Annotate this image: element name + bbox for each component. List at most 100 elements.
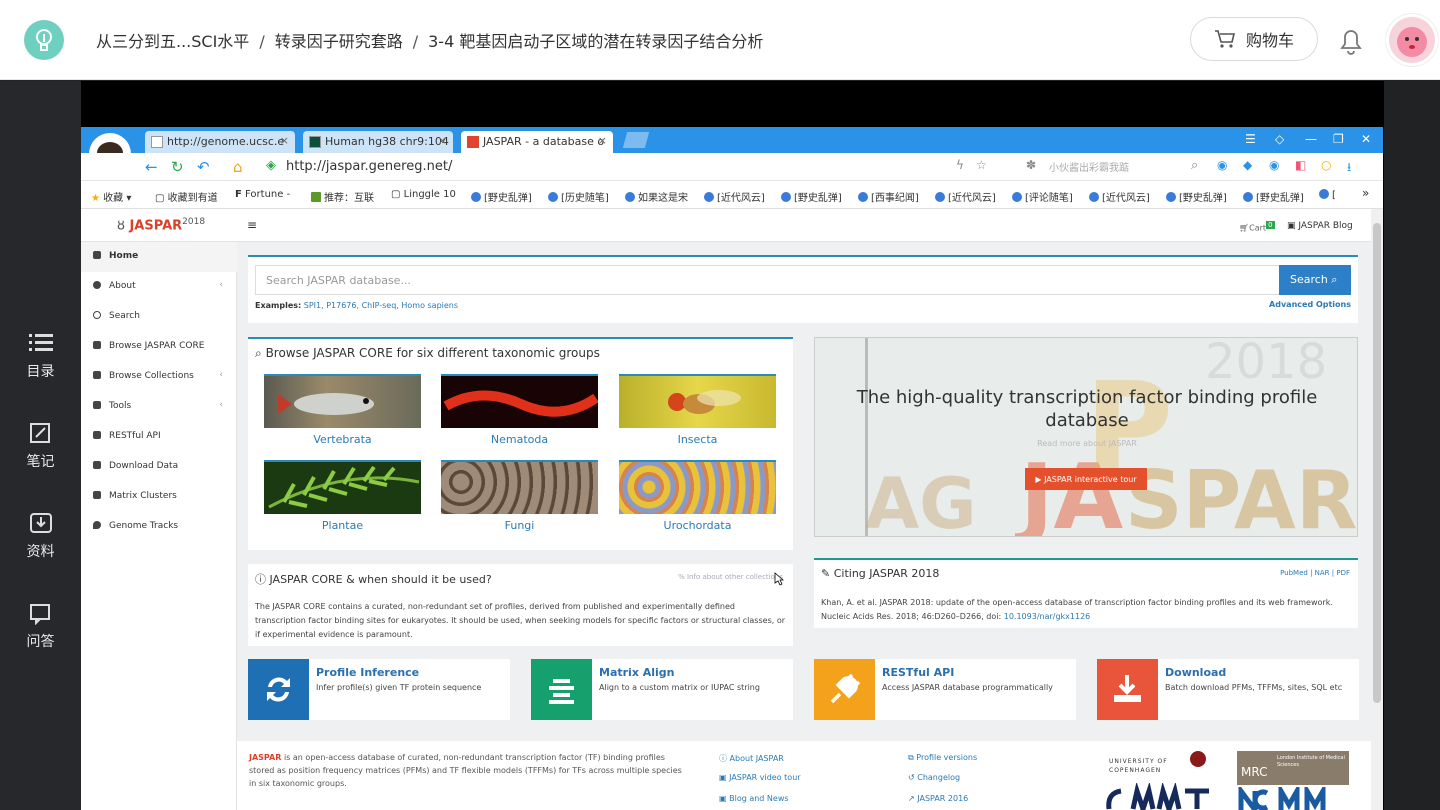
citation-links[interactable]: PubMed | NAR | PDF bbox=[1280, 569, 1350, 577]
more-bookmarks-icon[interactable]: » bbox=[1362, 186, 1369, 200]
maximize-icon[interactable]: ❐ bbox=[1333, 132, 1344, 146]
minimize-icon[interactable]: — bbox=[1305, 132, 1317, 146]
sidebar-item-restful-api[interactable]: RESTful API bbox=[81, 422, 237, 452]
bookmark-item[interactable]: [ bbox=[1319, 189, 1336, 201]
back-arrow-icon[interactable]: ← bbox=[145, 158, 158, 176]
sidebar-item-search[interactable]: Search bbox=[81, 302, 237, 332]
bookmark-item[interactable]: [评论随笔] bbox=[1012, 189, 1073, 204]
tab-hg38[interactable]: Human hg38 chr9:104 × bbox=[303, 131, 453, 153]
sidebar-item-browse-collections[interactable]: Browse Collections ‹ bbox=[81, 362, 237, 392]
plantae-link[interactable]: Plantae bbox=[264, 519, 421, 532]
close-window-icon[interactable]: ✕ bbox=[1361, 132, 1371, 146]
vertebrata-link[interactable]: Vertebrata bbox=[264, 433, 421, 446]
address-bar[interactable]: http://jaspar.genereg.net/ bbox=[286, 159, 452, 174]
download-card[interactable]: Download Batch download PFMs, TFFMs, sit… bbox=[1097, 659, 1359, 720]
home-icon[interactable]: ⌂ bbox=[233, 158, 243, 176]
footer-link-profile-versions[interactable]: ⧉ Profile versions bbox=[908, 753, 977, 763]
bookmark-item[interactable]: 推荐：互联 bbox=[311, 189, 374, 204]
bookmark-item[interactable]: [野史乱弹] bbox=[1166, 189, 1227, 204]
bookmark-item[interactable]: [西事纪闻] bbox=[858, 189, 919, 204]
bookmark-item[interactable]: [野史乱弹] bbox=[781, 189, 842, 204]
skin-icon[interactable]: ◇ bbox=[1275, 132, 1284, 146]
insecta-image[interactable] bbox=[619, 374, 776, 428]
nav-notes[interactable]: 笔记 bbox=[0, 421, 81, 471]
extension-icon[interactable]: ◉ bbox=[1269, 158, 1279, 172]
bookmark-item[interactable]: [近代风云] bbox=[704, 189, 765, 204]
star-icon[interactable]: ☆ bbox=[976, 158, 987, 172]
bookmark-item[interactable]: [近代风云] bbox=[1089, 189, 1150, 204]
restful-api-card[interactable]: RESTful API Access JASPAR database progr… bbox=[814, 659, 1076, 720]
close-icon[interactable]: × bbox=[280, 134, 289, 147]
urochordata-image[interactable] bbox=[619, 460, 776, 514]
cart-link[interactable]: 🛒︎Cart 0 bbox=[1239, 221, 1275, 233]
sidebar-item-genome-tracks[interactable]: Genome Tracks bbox=[81, 512, 237, 542]
lightning-icon[interactable]: ϟ bbox=[956, 158, 964, 172]
bookmark-item[interactable]: ▢ 收藏到有道 bbox=[155, 189, 218, 204]
search-icon[interactable]: ⌕ bbox=[1191, 158, 1198, 173]
bookmark-item[interactable]: [近代风云] bbox=[935, 189, 996, 204]
nematoda-link[interactable]: Nematoda bbox=[441, 433, 598, 446]
bookmark-item[interactable]: F Fortune - bbox=[235, 189, 290, 200]
sidebar-item-home[interactable]: Home bbox=[81, 242, 237, 272]
extension-icon[interactable]: ◆ bbox=[1243, 158, 1252, 172]
menu-icon[interactable]: ☰ bbox=[1245, 132, 1256, 146]
cart-button[interactable]: 购物车 bbox=[1190, 17, 1318, 61]
browser-search-input[interactable]: 小伙酱出彩霸我踮 bbox=[1049, 159, 1129, 174]
user-avatar[interactable] bbox=[1386, 14, 1438, 66]
footer-link-blog[interactable]: ▣ Blog and News bbox=[719, 794, 789, 803]
sidebar-item-about[interactable]: About ‹ bbox=[81, 272, 237, 302]
search-button[interactable]: Search ⌕ bbox=[1279, 265, 1351, 295]
matrix-align-card[interactable]: Matrix Align Align to a custom matrix or… bbox=[531, 659, 793, 720]
jaspar-search-input[interactable]: Search JASPAR database... bbox=[255, 265, 1280, 295]
footer-link-about[interactable]: ⓘ About JASPAR bbox=[719, 753, 784, 764]
bookmark-item[interactable]: [野史乱弹] bbox=[471, 189, 532, 204]
example-links[interactable]: SPI1, P17676, ChIP-seq, Homo sapiens bbox=[304, 301, 458, 310]
tab-jaspar[interactable]: JASPAR - a database o × bbox=[461, 131, 613, 153]
insecta-link[interactable]: Insecta bbox=[619, 433, 776, 446]
scrollbar-thumb[interactable] bbox=[1373, 223, 1381, 703]
new-tab-button[interactable] bbox=[622, 132, 650, 148]
blog-link[interactable]: ▣ JASPAR Blog bbox=[1287, 221, 1353, 231]
sidebar-item-download-data[interactable]: Download Data bbox=[81, 452, 237, 482]
nav-qa[interactable]: 问答 bbox=[0, 601, 81, 651]
other-collections-link[interactable]: % Info about other collections bbox=[678, 573, 783, 581]
sidebar-item-browse-core[interactable]: Browse JASPAR CORE bbox=[81, 332, 237, 362]
doi-link[interactable]: 10.1093/nar/gkx1126 bbox=[1004, 612, 1091, 621]
undo-icon[interactable]: ↶ bbox=[197, 158, 210, 176]
nav-catalog[interactable]: 目录 bbox=[0, 331, 81, 381]
close-icon[interactable]: × bbox=[598, 134, 607, 147]
sidebar-item-tools[interactable]: Tools ‹ bbox=[81, 392, 237, 422]
extension-icon[interactable]: ○ bbox=[1321, 158, 1331, 172]
nematoda-image[interactable] bbox=[441, 374, 599, 428]
advanced-options-link[interactable]: Advanced Options bbox=[1269, 300, 1351, 309]
vertebrata-image[interactable] bbox=[264, 374, 421, 428]
interactive-tour-button[interactable]: ▶ JASPAR interactive tour bbox=[1025, 468, 1147, 490]
extension-icon[interactable]: ◉ bbox=[1217, 158, 1227, 172]
read-more-link[interactable]: Read more about JASPAR bbox=[815, 439, 1357, 448]
bookmark-item[interactable]: 如果这是宋 bbox=[625, 189, 688, 204]
jaspar-logo[interactable]: ȣ JASPAR2018 bbox=[117, 217, 205, 233]
lightbulb-logo-icon[interactable] bbox=[24, 20, 64, 60]
bell-icon[interactable] bbox=[1336, 24, 1366, 56]
nav-materials[interactable]: 资料 bbox=[0, 511, 81, 561]
bookmark-item[interactable]: [野史乱弹] bbox=[1243, 189, 1304, 204]
extension-icon[interactable]: ◧ bbox=[1295, 158, 1306, 172]
bookmark-item[interactable]: ★ 收藏 ▾ bbox=[91, 189, 131, 204]
breadcrumb-course[interactable]: 从三分到五...SCI水平 bbox=[96, 32, 249, 51]
sidebar-item-matrix-clusters[interactable]: Matrix Clusters bbox=[81, 482, 237, 512]
refresh-icon[interactable]: ↻ bbox=[171, 158, 184, 176]
profile-inference-card[interactable]: Profile Inference Infer profile(s) given… bbox=[248, 659, 510, 720]
urochordata-link[interactable]: Urochordata bbox=[619, 519, 776, 532]
close-icon[interactable]: × bbox=[438, 134, 447, 147]
bookmark-item[interactable]: ▢ Linggle 10 bbox=[391, 189, 456, 200]
page-scrollbar[interactable] bbox=[1371, 209, 1383, 810]
footer-link-video-tour[interactable]: ▣ JASPAR video tour bbox=[719, 773, 801, 782]
breadcrumb-chapter[interactable]: 转录因子研究套路 bbox=[275, 32, 403, 51]
fungi-image[interactable] bbox=[441, 460, 598, 514]
fungi-link[interactable]: Fungi bbox=[441, 519, 598, 532]
footer-link-jaspar-2016[interactable]: ↗ JASPAR 2016 bbox=[908, 794, 968, 803]
plantae-image[interactable] bbox=[264, 460, 421, 514]
hamburger-menu-icon[interactable]: ≡ bbox=[247, 218, 257, 232]
tab-ucsc[interactable]: http://genome.ucsc.e × bbox=[145, 131, 295, 153]
footer-link-changelog[interactable]: ↺ Changelog bbox=[908, 773, 960, 782]
